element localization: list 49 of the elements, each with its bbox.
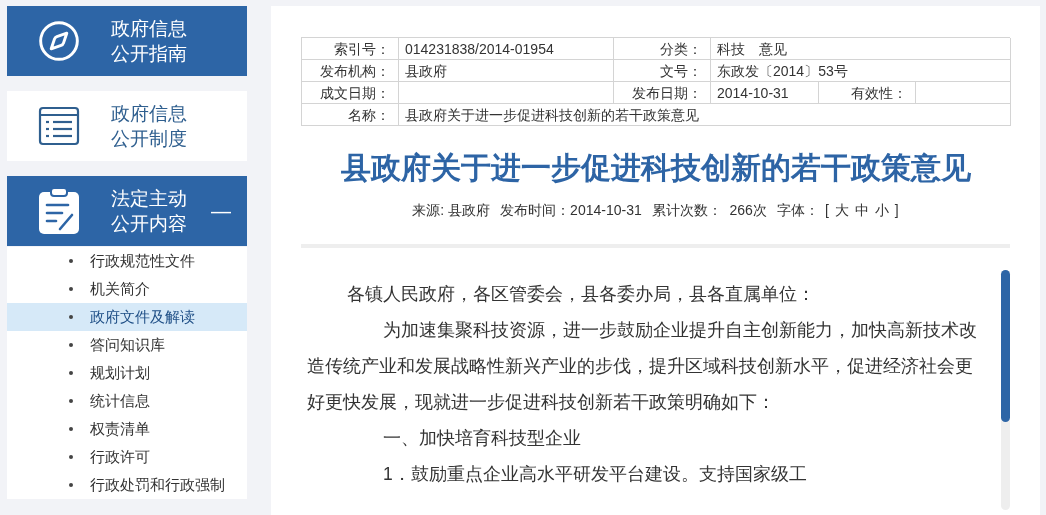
- value-cell: 东政发〔2014〕53号: [711, 60, 1011, 82]
- font-size-link[interactable]: 中: [854, 200, 869, 220]
- compass-icon: [37, 19, 81, 63]
- paragraph: 1．鼓励重点企业高水平研发平台建设。支持国家级工: [382, 463, 808, 486]
- sidebar-section[interactable]: 政府信息 公开指南: [7, 6, 247, 76]
- value-cell: 县政府: [399, 60, 614, 82]
- sidebar-item[interactable]: 机关简介: [7, 275, 247, 303]
- article-info: 累计次数： 266次: [651, 201, 767, 220]
- sidebar-section[interactable]: 政府信息 公开制度: [7, 91, 247, 161]
- clipboard-pen-icon: [38, 187, 80, 235]
- scrollbar-track[interactable]: [1001, 270, 1010, 510]
- label-cell: 有效性：: [819, 82, 916, 104]
- section-title: 政府信息 公开制度: [111, 102, 188, 151]
- article-info: 发布时间：2014-10-31: [500, 201, 642, 220]
- paragraph: 为加速集聚科技资源，进一步鼓励企业提升自主创新能力，加快高新技术改造传统产业和发展战略性新兴产业的步伐，提升区域科技创新水平，促进经济社会更好更快发展，现就进一步促进科技创新若干政策明确如下：: [307, 319, 978, 414]
- section-title: 政府信息 公开指南: [111, 17, 188, 66]
- sidebar-item[interactable]: 行政规范性文件: [7, 247, 247, 275]
- paragraph: 一、加快培育科技型企业: [382, 427, 582, 450]
- label-cell: 成文日期：: [302, 82, 399, 104]
- value-cell: 014231838/2014-01954: [399, 38, 614, 60]
- label-cell: 发布机构：: [302, 60, 399, 82]
- font-size-label: 字体：: [776, 201, 819, 220]
- sidebar-section[interactable]: 法定主动 公开内容 —: [7, 176, 247, 246]
- sidebar-item[interactable]: 政府文件及解读: [7, 303, 247, 331]
- label-cell: 文号：: [614, 60, 711, 82]
- bracket: [: [824, 201, 829, 220]
- sidebar-item[interactable]: 行政许可: [7, 443, 247, 471]
- label-cell: 索引号：: [302, 38, 399, 60]
- sidebar-item[interactable]: 统计信息: [7, 387, 247, 415]
- sidebar-item[interactable]: 权责清单: [7, 415, 247, 443]
- font-size-link[interactable]: 小: [874, 200, 889, 220]
- article-info: 来源: 县政府: [412, 201, 491, 220]
- label-cell: 分类：: [614, 38, 711, 60]
- bracket: ]: [894, 201, 899, 220]
- sidebar-item[interactable]: 规划计划: [7, 359, 247, 387]
- label-cell: 发布日期：: [614, 82, 711, 104]
- collapse-toggle[interactable]: —: [211, 196, 231, 226]
- label-cell: 名称：: [302, 104, 399, 126]
- value-cell: 科技 意见: [711, 38, 1011, 60]
- value-cell: 县政府关于进一步促进科技创新的若干政策意见: [399, 104, 1011, 126]
- scrollbar-thumb[interactable]: [1001, 270, 1010, 422]
- section-title: 法定主动 公开内容: [111, 187, 188, 236]
- paragraph: 各镇人民政府，各区管委会，县各委办局，县各直属单位：: [346, 283, 816, 306]
- sidebar-item[interactable]: 答问知识库: [7, 331, 247, 359]
- value-cell: 2014-10-31: [711, 82, 819, 104]
- sidebar-item[interactable]: 行政处罚和行政强制: [7, 471, 247, 499]
- list-document-icon: [38, 105, 80, 147]
- font-size-link[interactable]: 大: [834, 200, 849, 220]
- article-title: 县政府关于进一步促进科技创新的若干政策意见: [339, 150, 972, 186]
